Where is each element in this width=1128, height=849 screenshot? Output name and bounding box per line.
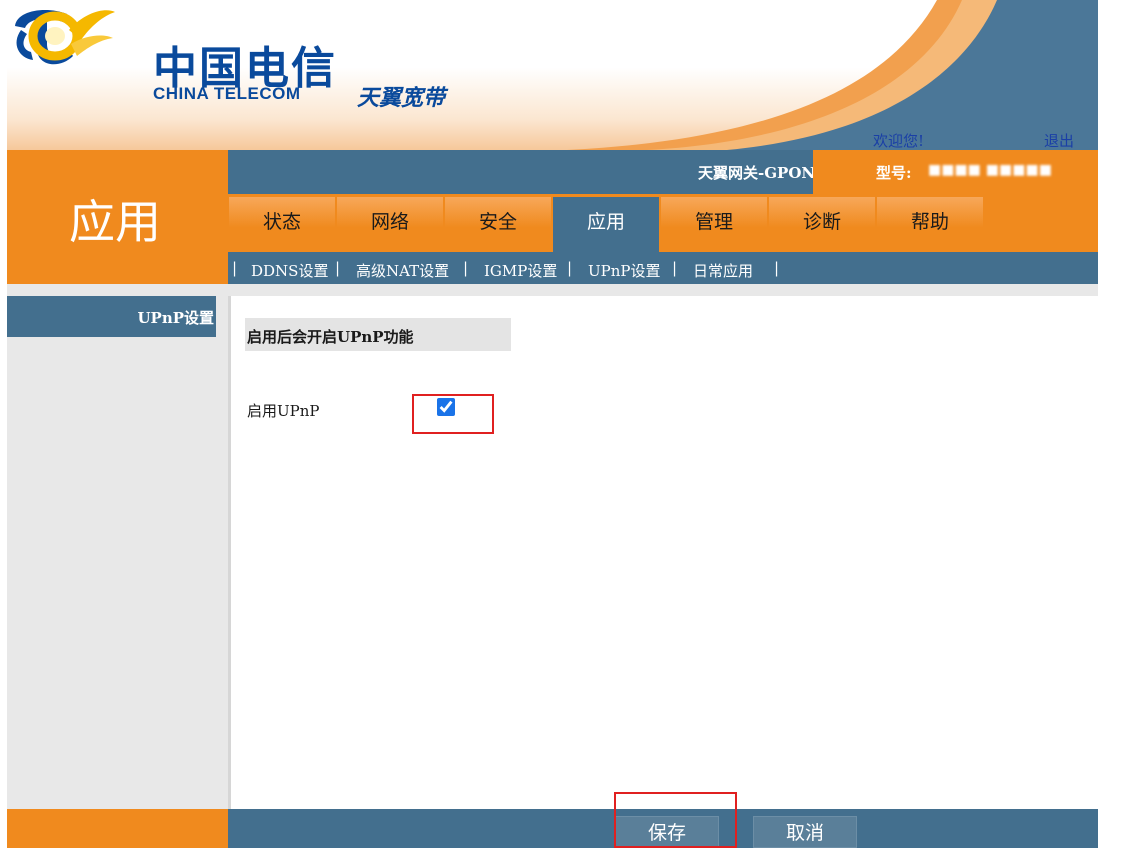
sub-nav-separator: | (463, 259, 469, 277)
content-top-strip (7, 284, 1098, 296)
subnav-igmp[interactable]: IGMP设置 (484, 260, 557, 281)
welcome-text: 欢迎您! (873, 132, 925, 150)
tab-status[interactable]: 状态 (229, 197, 335, 252)
subnav-ddns[interactable]: DDNS设置 (251, 260, 328, 281)
logout-link[interactable]: 退出 (1044, 130, 1074, 150)
subnav-upnp[interactable]: UPnP设置 (588, 260, 661, 281)
tab-help[interactable]: 帮助 (877, 197, 983, 252)
model-value: ■■■■ ■■■■■ (928, 162, 1052, 178)
header-banner: 中国电信 CHINA TELECOM 天翼宽带 欢迎您! 退出 (7, 0, 1098, 150)
product-name: 天翼宽带 (357, 86, 446, 111)
sub-nav-separator: | (774, 259, 780, 277)
tab-management[interactable]: 管理 (661, 197, 767, 252)
footer-left-panel (7, 809, 228, 848)
sub-nav-separator: | (232, 259, 238, 277)
sub-nav-separator: | (567, 259, 573, 277)
gateway-name: 天翼网关-GPON (698, 164, 816, 182)
tab-network[interactable]: 网络 (337, 197, 443, 252)
subnav-daily-apps[interactable]: 日常应用 (693, 260, 753, 281)
sub-nav-separator: | (335, 259, 341, 277)
brand-en-text: CHINA TELECOM (153, 84, 301, 103)
section-title: 应用 (69, 195, 161, 249)
highlight-box-checkbox (412, 394, 494, 434)
sub-nav-separator: | (672, 259, 678, 277)
highlight-box-save (614, 792, 737, 848)
cancel-button[interactable]: 取消 (753, 816, 857, 848)
subnav-advanced-nat[interactable]: 高级NAT设置 (356, 260, 449, 281)
tab-application[interactable]: 应用 (553, 197, 659, 252)
main-content (228, 296, 1095, 809)
sidebar (7, 296, 228, 809)
hint-text: 启用后会开启UPnP功能 (247, 328, 414, 346)
upnp-enable-label: 启用UPnP (247, 402, 320, 420)
sidebar-item-label: UPnP设置 (137, 309, 214, 327)
model-label: 型号: (876, 164, 912, 182)
tab-diagnosis[interactable]: 诊断 (769, 197, 875, 252)
tab-security[interactable]: 安全 (445, 197, 551, 252)
tianyi-logo-icon (28, 10, 115, 61)
